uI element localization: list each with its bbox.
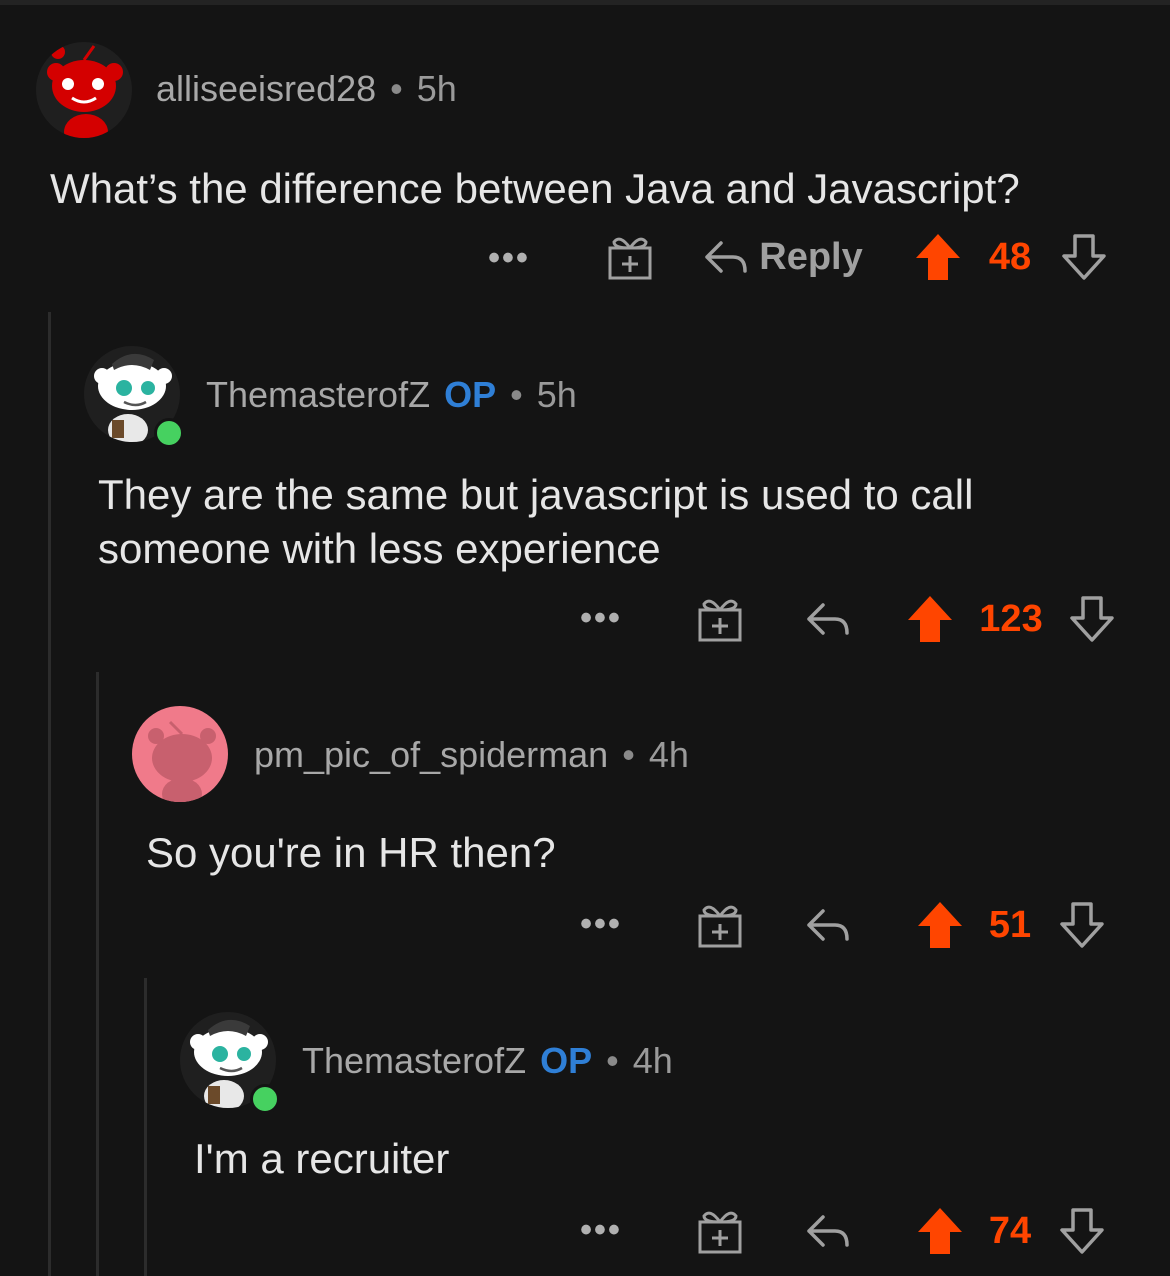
award-button[interactable] <box>696 1206 744 1256</box>
online-status-indicator <box>250 1084 280 1114</box>
reply-icon <box>807 1215 849 1247</box>
timestamp: 5h <box>536 374 577 415</box>
op-badge: OP <box>444 374 497 415</box>
more-options-button[interactable]: ••• <box>578 1210 624 1250</box>
comment-text-line: So you're in HR then? <box>146 829 556 876</box>
award-button[interactable] <box>606 232 654 282</box>
upvote-button[interactable] <box>916 1206 964 1256</box>
reply-button[interactable] <box>804 596 852 642</box>
upvote-arrow-icon <box>918 902 962 948</box>
downvote-button[interactable] <box>1058 900 1106 950</box>
timestamp: 4h <box>648 734 689 775</box>
vote-count: 51 <box>988 904 1032 946</box>
timestamp: 4h <box>632 1040 673 1081</box>
online-status-indicator <box>154 418 184 448</box>
downvote-button[interactable] <box>1068 594 1116 644</box>
comment-text-line: someone with less experience <box>98 525 661 572</box>
thread-line-level-1[interactable] <box>48 312 51 1276</box>
op-badge: OP <box>540 1040 593 1081</box>
downvote-button[interactable] <box>1058 1206 1106 1256</box>
more-options-button[interactable]: ••• <box>486 238 532 278</box>
comment-meta: alliseeisred28 • 5h <box>156 68 457 110</box>
upvote-button[interactable] <box>916 900 964 950</box>
gift-icon <box>698 1211 742 1254</box>
red-snoo-avatar-icon[interactable] <box>36 42 132 138</box>
thread-line-level-3[interactable] <box>144 978 147 1276</box>
username[interactable]: ThemasterofZ <box>302 1040 526 1081</box>
username[interactable]: pm_pic_of_spiderman <box>254 734 608 775</box>
vote-count: 123 <box>979 598 1043 640</box>
comment-meta: pm_pic_of_spiderman • 4h <box>254 734 689 776</box>
vote-count: 48 <box>988 236 1032 278</box>
username[interactable]: ThemasterofZ <box>206 374 430 415</box>
more-options-button[interactable]: ••• <box>578 598 624 638</box>
separator: • <box>510 374 523 415</box>
downvote-arrow-icon <box>1062 234 1106 280</box>
separator: • <box>622 734 635 775</box>
downvote-arrow-icon <box>1060 902 1104 948</box>
gift-icon <box>698 905 742 948</box>
comment-text-line: They are the same but javascript is used… <box>98 471 974 518</box>
comment-text-line: I'm a recruiter <box>194 1135 450 1182</box>
comment-meta: ThemasterofZ OP • 4h <box>302 1040 673 1082</box>
more-options-button[interactable]: ••• <box>578 904 624 944</box>
comment-body: They are the same but javascript is used… <box>98 468 973 576</box>
separator: • <box>606 1040 619 1081</box>
award-button[interactable] <box>696 594 744 644</box>
reply-button[interactable] <box>804 902 852 948</box>
upvote-arrow-icon <box>918 1208 962 1254</box>
reply-label: Reply <box>759 235 863 278</box>
downvote-button[interactable] <box>1060 232 1108 282</box>
reply-button[interactable] <box>804 1208 852 1254</box>
username[interactable]: alliseeisred28 <box>156 68 376 109</box>
upvote-arrow-icon <box>908 596 952 642</box>
upvote-button[interactable] <box>906 594 954 644</box>
thread-line-level-2[interactable] <box>96 672 99 1276</box>
comment-meta: ThemasterofZ OP • 5h <box>206 374 577 416</box>
separator: • <box>390 68 403 109</box>
top-divider <box>0 0 1170 5</box>
comment-text-line: What’s the difference between Java and J… <box>50 165 1020 212</box>
reply-icon <box>705 241 747 273</box>
reply-button[interactable]: Reply <box>700 234 866 280</box>
upvote-arrow-icon <box>916 234 960 280</box>
reply-icon <box>807 603 849 635</box>
award-button[interactable] <box>696 900 744 950</box>
comment-body: What’s the difference between Java and J… <box>50 162 1020 216</box>
comment-body: So you're in HR then? <box>146 826 556 880</box>
pink-snoo-avatar-icon[interactable] <box>132 706 228 802</box>
timestamp: 5h <box>416 68 457 109</box>
downvote-arrow-icon <box>1070 596 1114 642</box>
upvote-button[interactable] <box>914 232 962 282</box>
downvote-arrow-icon <box>1060 1208 1104 1254</box>
gift-icon <box>698 599 742 642</box>
reply-icon <box>807 909 849 941</box>
comment-body: I'm a recruiter <box>194 1132 449 1186</box>
gift-icon <box>608 237 652 280</box>
vote-count: 74 <box>988 1210 1032 1252</box>
